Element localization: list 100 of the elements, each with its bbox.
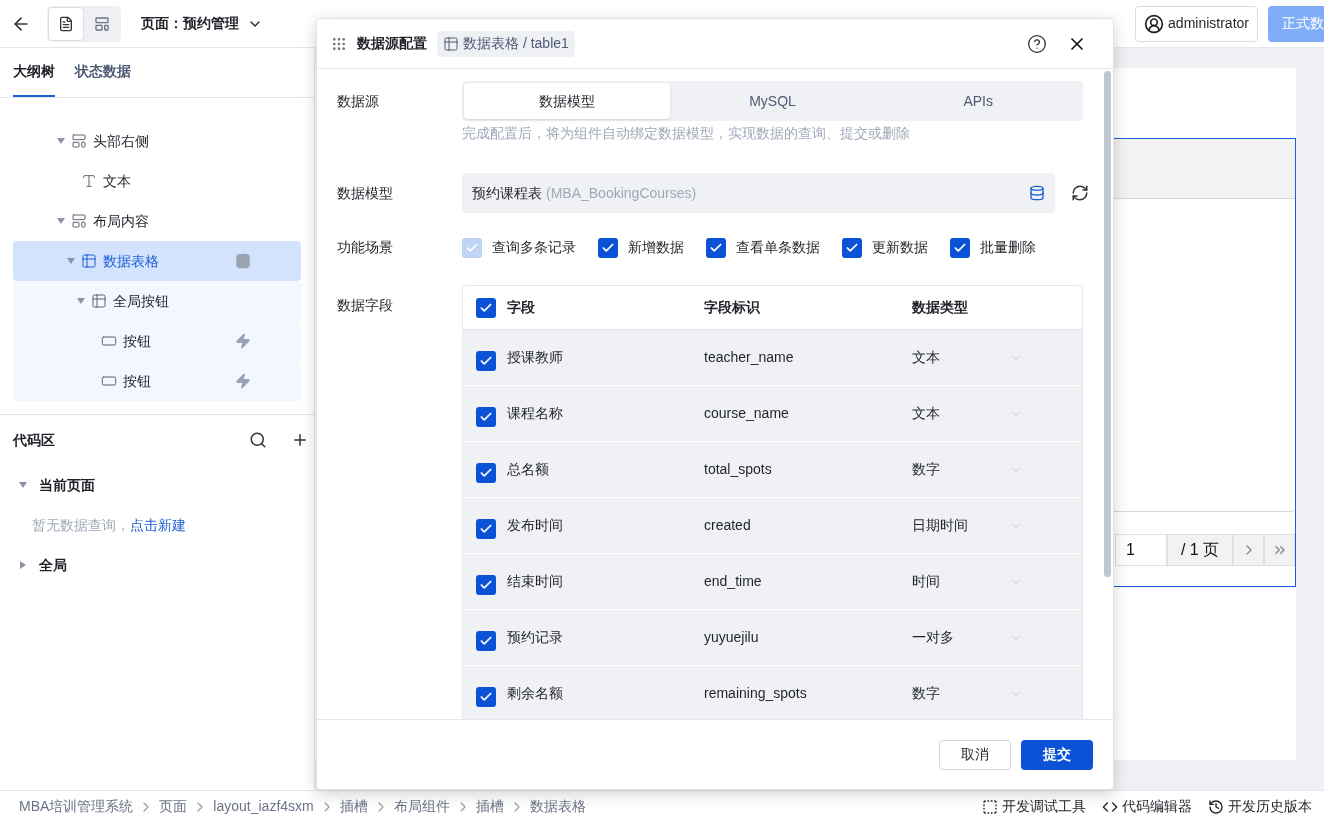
- caret-icon[interactable]: [77, 298, 85, 304]
- empty-text: 暂无数据查询，: [32, 515, 130, 535]
- column-header: 字段标识: [704, 298, 761, 317]
- checkbox[interactable]: [476, 574, 496, 595]
- type-select[interactable]: 数字: [912, 683, 1022, 704]
- drag-handle-icon[interactable]: [331, 35, 347, 52]
- text-icon: [81, 173, 97, 189]
- source-tab[interactable]: APIs: [875, 83, 1081, 119]
- table-icon: [443, 35, 459, 52]
- document-icon: [58, 15, 74, 32]
- checkbox[interactable]: [476, 462, 496, 483]
- checkbox[interactable]: [842, 237, 862, 258]
- type-select[interactable]: 一对多: [912, 627, 1022, 648]
- field-label: 数据字段: [337, 296, 394, 315]
- table-cell-text: yuyuejilu: [704, 628, 760, 647]
- page-view-button[interactable]: [48, 6, 84, 41]
- checkbox[interactable]: [706, 237, 726, 258]
- checkbox-label: 更新数据: [872, 238, 928, 257]
- table-cell-text: teacher_name: [704, 348, 795, 367]
- page-selector[interactable]: 页面：预约管理: [141, 13, 263, 34]
- breadcrumb-item[interactable]: 页面: [159, 796, 188, 817]
- component-tag: 数据表格 / table1: [437, 30, 575, 57]
- tool-button[interactable]: 代码编辑器: [1102, 796, 1192, 817]
- database-icon: [1029, 185, 1045, 201]
- type-select[interactable]: 时间: [912, 571, 1022, 592]
- tool-button[interactable]: 开发历史版本: [1208, 796, 1312, 817]
- checkbox[interactable]: [598, 237, 618, 258]
- tree-item-label: 文本: [103, 171, 131, 191]
- section-title[interactable]: 全局: [39, 554, 67, 576]
- column-header: 字段: [507, 298, 536, 317]
- tree-item[interactable]: 按钮: [13, 361, 301, 401]
- checkbox[interactable]: [476, 406, 496, 427]
- tree-item[interactable]: 头部右侧: [13, 121, 301, 161]
- source-tab[interactable]: MySQL: [669, 83, 876, 119]
- checkbox[interactable]: [476, 297, 496, 318]
- table-cell-text: 结束时间: [507, 572, 564, 591]
- tree-item[interactable]: 按钮: [13, 321, 301, 361]
- table-cell-text: 课程名称: [507, 404, 564, 423]
- table-cell-text: remaining_spots: [704, 684, 808, 703]
- tree-item[interactable]: 布局内容: [13, 201, 301, 241]
- button-icon: [101, 333, 117, 349]
- table-cell-text: end_time: [704, 572, 763, 591]
- column-header: 数据类型: [912, 298, 968, 317]
- source-tab[interactable]: 数据模型: [464, 83, 670, 119]
- field-label: 数据模型: [337, 183, 394, 203]
- caret-icon[interactable]: [20, 561, 26, 569]
- breadcrumb-item[interactable]: layout_iazf4sxm: [213, 796, 314, 817]
- type-select[interactable]: 数字: [912, 459, 1022, 480]
- page-input[interactable]: 1: [1115, 534, 1167, 566]
- search-icon[interactable]: [249, 431, 267, 449]
- submit-button[interactable]: 提交: [1021, 739, 1093, 770]
- tool-button[interactable]: 开发调试工具: [982, 796, 1086, 817]
- sidebar-tab[interactable]: 大纲树: [13, 48, 55, 97]
- cancel-button[interactable]: 取消: [939, 739, 1011, 770]
- tree-item[interactable]: 文本: [13, 161, 301, 201]
- checkbox[interactable]: [476, 350, 496, 371]
- tree-item[interactable]: 全局按钮: [13, 281, 301, 321]
- type-select[interactable]: 日期时间: [912, 515, 1022, 536]
- breadcrumb-item[interactable]: 插槽: [475, 796, 504, 817]
- add-icon[interactable]: [291, 431, 309, 449]
- type-select[interactable]: 文本: [912, 403, 1022, 424]
- model-select[interactable]: 预约课程表 (MBA_BookingCourses): [462, 173, 1055, 213]
- help-icon[interactable]: [1027, 33, 1047, 54]
- checkbox[interactable]: [476, 630, 496, 651]
- create-link[interactable]: 点击新建: [130, 514, 186, 536]
- breadcrumb-item[interactable]: MBA培训管理系统: [19, 796, 134, 817]
- dialog-title: 数据源配置: [357, 34, 427, 53]
- checkbox[interactable]: [476, 518, 496, 539]
- table-cell-text: 总名额: [507, 460, 550, 479]
- code-area-title: 代码区: [13, 430, 55, 450]
- caret-icon[interactable]: [57, 218, 65, 224]
- table-cell-text: 授课教师: [507, 348, 564, 367]
- layout-icon: [71, 213, 87, 229]
- tree-item[interactable]: 数据表格: [13, 241, 301, 281]
- user-icon: [1144, 13, 1165, 34]
- button-icon: [101, 373, 117, 389]
- caret-icon[interactable]: [57, 138, 65, 144]
- caret-icon[interactable]: [19, 482, 27, 488]
- breadcrumb-item[interactable]: 插槽: [339, 796, 368, 817]
- user-button[interactable]: administrator: [1135, 5, 1258, 42]
- refresh-icon[interactable]: [1071, 184, 1089, 202]
- checkbox[interactable]: [476, 686, 496, 707]
- hint-text: 完成配置后，将为组件自动绑定数据模型，实现数据的查询、提交或删除: [462, 124, 911, 143]
- breadcrumb-item[interactable]: 数据表格: [529, 796, 586, 817]
- type-select[interactable]: 文本: [912, 347, 1022, 368]
- field-label: 数据源: [337, 92, 380, 111]
- breadcrumb-item[interactable]: 布局组件: [393, 796, 450, 817]
- checkbox[interactable]: [950, 237, 970, 258]
- tree-item-label: 数据表格: [103, 251, 159, 271]
- debug-icon: [982, 798, 998, 815]
- table-icon: [91, 293, 107, 309]
- table-cell-text: created: [704, 516, 752, 535]
- scrollbar[interactable]: [1104, 71, 1111, 577]
- checkbox-label: 新增数据: [628, 238, 684, 257]
- checkbox-label: 查看单条数据: [736, 238, 820, 257]
- history-icon: [1208, 798, 1224, 815]
- checkbox-label: 查询多条记录: [492, 238, 576, 257]
- section-title[interactable]: 当前页面: [39, 474, 95, 496]
- sidebar-tab[interactable]: 状态数据: [75, 48, 131, 97]
- tree-item-label: 头部右侧: [93, 131, 149, 151]
